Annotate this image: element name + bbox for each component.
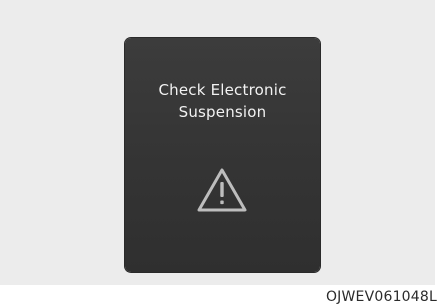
figure-code-label: OJWEV061048L xyxy=(325,289,437,305)
warning-triangle-icon xyxy=(197,168,247,212)
warning-message-line1: Check Electronic xyxy=(158,81,287,99)
figure-background: Check Electronic Suspension xyxy=(0,0,435,285)
warning-message: Check Electronic Suspension xyxy=(125,79,320,123)
warning-message-line2: Suspension xyxy=(178,103,267,121)
cluster-warning-display: Check Electronic Suspension xyxy=(125,38,320,272)
